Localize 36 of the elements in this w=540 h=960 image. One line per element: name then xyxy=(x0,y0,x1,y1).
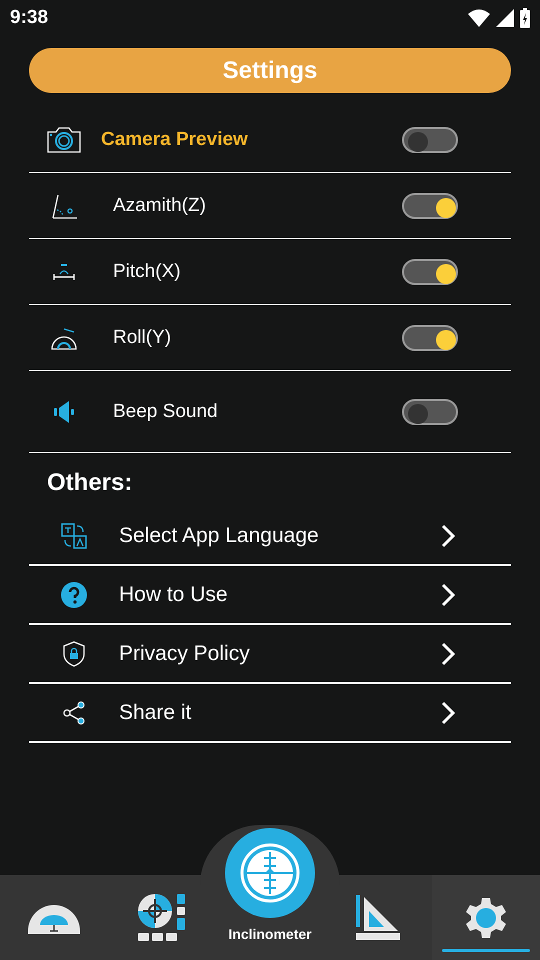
chevron-right-icon xyxy=(441,582,455,606)
settings-icon xyxy=(464,896,508,940)
signal-icon xyxy=(496,9,514,27)
target-grid-icon xyxy=(137,892,187,942)
menu-item-label[interactable]: How to Use xyxy=(119,582,441,606)
inclinometer-icon xyxy=(239,842,301,904)
toggle-switch[interactable] xyxy=(402,398,458,424)
share-icon xyxy=(62,700,86,724)
title-banner: Settings xyxy=(29,48,511,93)
toggle-switch[interactable] xyxy=(402,324,458,350)
nav-tab[interactable] xyxy=(432,875,540,960)
menu-item-label[interactable]: Select App Language xyxy=(119,524,441,548)
level-icon xyxy=(52,262,76,282)
camera-icon xyxy=(46,126,82,154)
section-heading: Others: xyxy=(47,469,134,497)
chevron-right-icon xyxy=(441,700,455,724)
speaker-icon xyxy=(52,398,76,424)
menu-item-label[interactable]: Share it xyxy=(119,700,441,724)
chevron-right-icon xyxy=(441,642,455,666)
toggle-switch[interactable] xyxy=(402,192,458,218)
setting-label: Roll(Y) xyxy=(112,326,172,348)
toggle-switch[interactable] xyxy=(402,127,458,153)
menu-item-label[interactable]: Privacy Policy xyxy=(119,642,441,666)
toggle-switch[interactable] xyxy=(402,258,458,284)
translate-icon xyxy=(60,522,88,550)
set-square-icon xyxy=(356,894,400,940)
help-icon xyxy=(61,582,87,608)
setting-label: Camera Preview xyxy=(100,129,249,151)
wifi-icon xyxy=(468,9,490,27)
shield-lock-icon xyxy=(62,640,86,666)
setting-label: Azamith(Z) xyxy=(112,194,207,216)
battery-icon xyxy=(520,8,530,28)
setting-label: Pitch(X) xyxy=(112,260,182,282)
setting-label: Beep Sound xyxy=(112,400,219,422)
chevron-right-icon xyxy=(441,524,455,548)
status-time: 9:38 xyxy=(10,7,48,29)
